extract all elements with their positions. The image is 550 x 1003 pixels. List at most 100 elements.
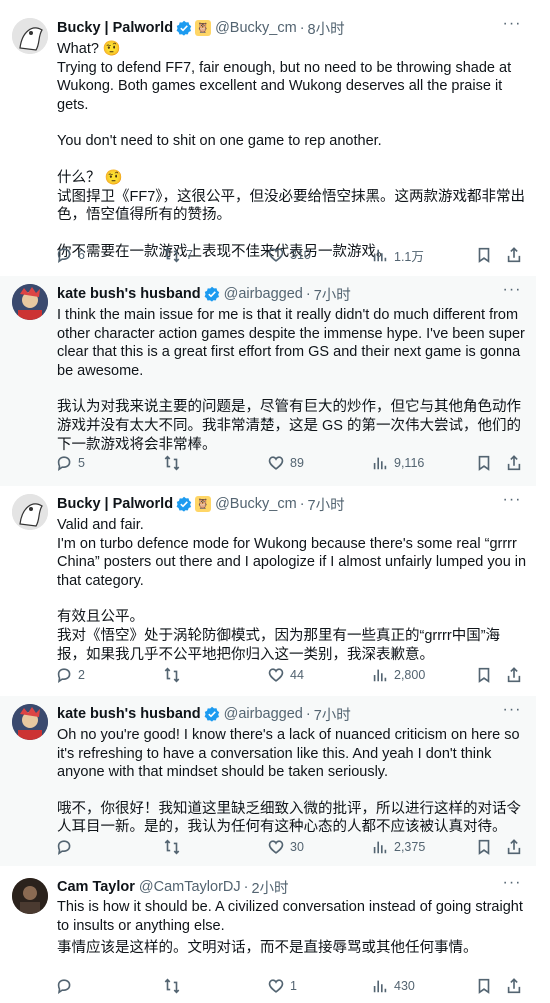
like-count: 1 (290, 979, 297, 993)
bookmark-button[interactable] (475, 245, 493, 265)
tweet-line: I'm on turbo defence mode for Wukong bec… (57, 535, 527, 589)
tweet[interactable]: kate bush's husband @airbagged · 7小时 ···… (0, 696, 536, 866)
more-options-icon[interactable]: ··· (502, 282, 522, 304)
reply-button[interactable] (55, 837, 73, 857)
tweet[interactable]: kate bush's husband @airbagged · 7小时 ···… (0, 276, 536, 486)
affiliate-badge-icon: 🦉 (195, 496, 212, 512)
tweet[interactable]: Bucky | Palworld 🦉 @Bucky_cm · 7小时 ··· V… (0, 486, 536, 696)
reply-button[interactable]: 6 (55, 245, 85, 265)
tweet-text: What? 🤨 Trying to defend FF7, fair enoug… (57, 40, 527, 261)
tweet-line: 我认为对我来说主要的问题是，尽管有巨大的炒作，但它与其他角色动作游戏并没有太大不… (57, 399, 522, 453)
bookmark-button[interactable] (475, 453, 493, 473)
tweet-line: 哦不，你很好！我知道这里缺乏细致入微的批评，所以进行这样的对话令人耳目一新。是的… (57, 800, 521, 836)
repost-icon (164, 978, 180, 994)
share-icon (507, 455, 521, 471)
like-button[interactable]: 1 (267, 976, 297, 996)
verified-badge-icon (204, 706, 219, 722)
avatar[interactable] (12, 704, 48, 740)
timestamp[interactable]: 7小时 (314, 704, 351, 725)
like-button[interactable]: 44 (267, 665, 304, 685)
reply-button[interactable]: 5 (55, 453, 85, 473)
bookmark-button[interactable] (475, 665, 493, 685)
bookmark-icon (478, 839, 490, 855)
views-icon (373, 669, 387, 682)
user-handle[interactable]: @Bucky_cm (215, 20, 297, 36)
bookmark-button[interactable] (475, 837, 493, 857)
tweet-line: Valid and fair. (57, 517, 144, 533)
more-options-icon[interactable]: ··· (502, 16, 522, 38)
views-icon (373, 249, 387, 262)
more-options-icon[interactable]: ··· (502, 702, 522, 724)
bookmark-icon (478, 247, 490, 263)
tweet-text: Oh no you're good! I know there's a lack… (57, 726, 527, 837)
reply-icon (57, 456, 71, 472)
verified-badge-icon (176, 20, 192, 36)
heart-icon (268, 456, 284, 470)
tweet-line: 我对《悟空》处于涡轮防御模式，因为那里有一些真正的“grrrr中国”海报，如果我… (57, 627, 501, 663)
repost-button[interactable] (163, 453, 181, 473)
display-name[interactable]: kate bush's husband (57, 706, 201, 722)
tweet-actions: 5 89 9,116 (55, 453, 525, 473)
repost-button[interactable] (163, 837, 181, 857)
tweet-line: 有效且公平。 (57, 609, 144, 626)
user-handle[interactable]: @airbagged (224, 706, 303, 722)
more-options-icon[interactable]: ··· (502, 875, 522, 897)
timestamp[interactable]: 7小时 (308, 494, 345, 515)
share-button[interactable] (505, 976, 523, 996)
tweet-line: I think the main issue for me is that it… (57, 307, 525, 379)
share-button[interactable] (505, 453, 523, 473)
view-count: 9,116 (394, 456, 425, 470)
view-count: 430 (394, 979, 415, 993)
views-button[interactable]: 2,800 (371, 665, 425, 685)
like-button[interactable]: 310 (267, 245, 311, 265)
avatar[interactable] (12, 18, 48, 54)
tweet-header: Bucky | Palworld 🦉 @Bucky_cm · 7小时 (57, 494, 345, 514)
bookmark-button[interactable] (475, 976, 493, 996)
reply-button[interactable] (55, 976, 73, 996)
display-name[interactable]: Cam Taylor (57, 879, 135, 895)
share-button[interactable] (505, 245, 523, 265)
tweet-actions: 2 44 2,800 (55, 665, 525, 685)
tweet-line: What? 🤨 (57, 41, 121, 57)
heart-icon (268, 979, 284, 993)
display-name[interactable]: Bucky | Palworld (57, 496, 173, 512)
user-handle[interactable]: @Bucky_cm (215, 496, 297, 512)
share-button[interactable] (505, 837, 523, 857)
more-options-icon[interactable]: ··· (502, 492, 522, 514)
tweet-header: Cam Taylor @CamTaylorDJ · 2小时 (57, 877, 289, 897)
user-handle[interactable]: @airbagged (224, 286, 303, 302)
reply-icon (57, 248, 71, 264)
views-button[interactable]: 2,375 (371, 837, 425, 857)
bookmark-icon (478, 455, 490, 471)
reply-icon (57, 979, 71, 995)
share-button[interactable] (505, 665, 523, 685)
tweet[interactable]: Bucky | Palworld 🦉 @Bucky_cm · 8小时 ··· W… (0, 0, 536, 276)
timestamp[interactable]: 2小时 (251, 877, 288, 898)
views-icon (373, 980, 387, 993)
reply-icon (57, 668, 71, 684)
views-button[interactable]: 430 (371, 976, 415, 996)
heart-icon (268, 668, 284, 682)
like-count: 310 (290, 248, 311, 262)
tweet[interactable]: Cam Taylor @CamTaylorDJ · 2小时 ··· This i… (0, 866, 536, 1003)
reply-icon (57, 840, 71, 856)
display-name[interactable]: Bucky | Palworld (57, 20, 173, 36)
affiliate-badge-icon: 🦉 (195, 20, 212, 36)
avatar[interactable] (12, 878, 48, 914)
repost-button[interactable]: 7 (163, 245, 193, 265)
avatar[interactable] (12, 494, 48, 530)
like-button[interactable]: 30 (267, 837, 304, 857)
timestamp[interactable]: 7小时 (314, 284, 351, 305)
verified-badge-icon (176, 496, 192, 512)
repost-button[interactable] (163, 665, 181, 685)
tweet-header: kate bush's husband @airbagged · 7小时 (57, 284, 351, 304)
views-button[interactable]: 1.1万 (371, 245, 424, 265)
views-button[interactable]: 9,116 (371, 453, 424, 473)
repost-button[interactable] (163, 976, 181, 996)
avatar[interactable] (12, 284, 48, 320)
timestamp[interactable]: 8小时 (308, 18, 345, 39)
user-handle[interactable]: @CamTaylorDJ (139, 879, 241, 895)
reply-button[interactable]: 2 (55, 665, 85, 685)
display-name[interactable]: kate bush's husband (57, 286, 201, 302)
like-button[interactable]: 89 (267, 453, 304, 473)
